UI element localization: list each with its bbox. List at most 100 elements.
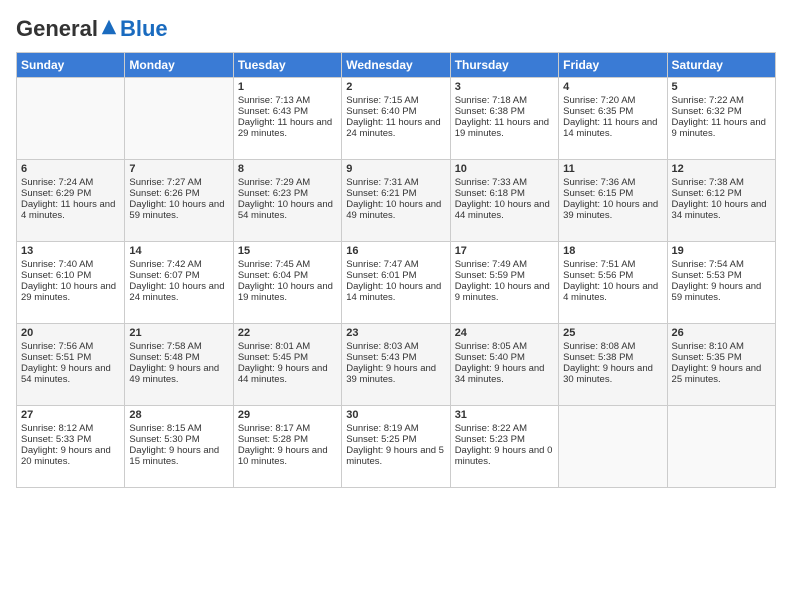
day-cell: 25Sunrise: 8:08 AMSunset: 5:38 PMDayligh… [559, 324, 667, 406]
day-cell: 13Sunrise: 7:40 AMSunset: 6:10 PMDayligh… [17, 242, 125, 324]
day-content: Sunrise: 7:33 AM [455, 177, 554, 188]
day-content: Daylight: 9 hours and 10 minutes. [238, 445, 337, 467]
week-row: 1Sunrise: 7:13 AMSunset: 6:43 PMDaylight… [17, 78, 776, 160]
week-row: 6Sunrise: 7:24 AMSunset: 6:29 PMDaylight… [17, 160, 776, 242]
day-content: Sunset: 6:43 PM [238, 106, 337, 117]
day-content: Sunset: 5:28 PM [238, 434, 337, 445]
week-row: 13Sunrise: 7:40 AMSunset: 6:10 PMDayligh… [17, 242, 776, 324]
day-number: 27 [21, 409, 120, 421]
day-number: 17 [455, 245, 554, 257]
day-content: Daylight: 9 hours and 25 minutes. [672, 363, 771, 385]
logo-icon [100, 18, 118, 36]
day-content: Sunset: 6:32 PM [672, 106, 771, 117]
day-content: Sunrise: 7:31 AM [346, 177, 445, 188]
day-content: Sunset: 5:53 PM [672, 270, 771, 281]
day-content: Daylight: 11 hours and 24 minutes. [346, 117, 445, 139]
day-number: 30 [346, 409, 445, 421]
day-content: Daylight: 9 hours and 20 minutes. [21, 445, 120, 467]
day-content: Sunset: 6:12 PM [672, 188, 771, 199]
page: GeneralBlue SundayMondayTuesdayWednesday… [0, 0, 792, 612]
day-content: Daylight: 10 hours and 24 minutes. [129, 281, 228, 303]
day-content: Sunset: 6:38 PM [455, 106, 554, 117]
day-content: Sunrise: 8:17 AM [238, 423, 337, 434]
day-content: Daylight: 9 hours and 0 minutes. [455, 445, 554, 467]
day-number: 21 [129, 327, 228, 339]
day-content: Daylight: 9 hours and 44 minutes. [238, 363, 337, 385]
day-cell: 16Sunrise: 7:47 AMSunset: 6:01 PMDayligh… [342, 242, 450, 324]
day-content: Sunset: 5:30 PM [129, 434, 228, 445]
day-content: Daylight: 10 hours and 29 minutes. [21, 281, 120, 303]
day-number: 7 [129, 163, 228, 175]
day-content: Daylight: 10 hours and 39 minutes. [563, 199, 662, 221]
day-cell: 18Sunrise: 7:51 AMSunset: 5:56 PMDayligh… [559, 242, 667, 324]
day-cell: 12Sunrise: 7:38 AMSunset: 6:12 PMDayligh… [667, 160, 775, 242]
day-cell: 3Sunrise: 7:18 AMSunset: 6:38 PMDaylight… [450, 78, 558, 160]
day-cell [17, 78, 125, 160]
day-content: Sunrise: 8:22 AM [455, 423, 554, 434]
day-content: Sunset: 6:18 PM [455, 188, 554, 199]
day-number: 9 [346, 163, 445, 175]
day-content: Sunrise: 7:18 AM [455, 95, 554, 106]
day-number: 12 [672, 163, 771, 175]
day-cell: 22Sunrise: 8:01 AMSunset: 5:45 PMDayligh… [233, 324, 341, 406]
day-cell: 7Sunrise: 7:27 AMSunset: 6:26 PMDaylight… [125, 160, 233, 242]
day-content: Sunrise: 8:15 AM [129, 423, 228, 434]
header-cell-saturday: Saturday [667, 53, 775, 78]
header-cell-thursday: Thursday [450, 53, 558, 78]
day-cell: 1Sunrise: 7:13 AMSunset: 6:43 PMDaylight… [233, 78, 341, 160]
day-content: Daylight: 9 hours and 39 minutes. [346, 363, 445, 385]
day-cell: 27Sunrise: 8:12 AMSunset: 5:33 PMDayligh… [17, 406, 125, 488]
day-content: Sunrise: 7:24 AM [21, 177, 120, 188]
day-cell: 23Sunrise: 8:03 AMSunset: 5:43 PMDayligh… [342, 324, 450, 406]
day-content: Sunset: 5:48 PM [129, 352, 228, 363]
calendar-header: SundayMondayTuesdayWednesdayThursdayFrid… [17, 53, 776, 78]
day-content: Daylight: 10 hours and 4 minutes. [563, 281, 662, 303]
day-content: Sunrise: 8:05 AM [455, 341, 554, 352]
day-content: Daylight: 9 hours and 5 minutes. [346, 445, 445, 467]
day-number: 15 [238, 245, 337, 257]
day-content: Daylight: 9 hours and 15 minutes. [129, 445, 228, 467]
header: GeneralBlue [16, 16, 776, 42]
day-number: 19 [672, 245, 771, 257]
day-cell [559, 406, 667, 488]
day-number: 5 [672, 81, 771, 93]
logo-blue: Blue [120, 16, 168, 41]
day-number: 11 [563, 163, 662, 175]
day-content: Sunrise: 7:54 AM [672, 259, 771, 270]
calendar-table: SundayMondayTuesdayWednesdayThursdayFrid… [16, 52, 776, 488]
day-content: Sunrise: 8:01 AM [238, 341, 337, 352]
header-cell-tuesday: Tuesday [233, 53, 341, 78]
day-content: Sunrise: 8:12 AM [21, 423, 120, 434]
day-content: Sunrise: 7:58 AM [129, 341, 228, 352]
day-content: Sunrise: 8:03 AM [346, 341, 445, 352]
day-content: Sunset: 6:07 PM [129, 270, 228, 281]
day-cell [125, 78, 233, 160]
day-content: Sunset: 5:51 PM [21, 352, 120, 363]
day-content: Sunset: 6:15 PM [563, 188, 662, 199]
day-number: 31 [455, 409, 554, 421]
day-content: Daylight: 11 hours and 29 minutes. [238, 117, 337, 139]
day-content: Sunrise: 8:08 AM [563, 341, 662, 352]
day-content: Sunset: 6:10 PM [21, 270, 120, 281]
day-cell: 9Sunrise: 7:31 AMSunset: 6:21 PMDaylight… [342, 160, 450, 242]
day-number: 25 [563, 327, 662, 339]
day-cell: 11Sunrise: 7:36 AMSunset: 6:15 PMDayligh… [559, 160, 667, 242]
day-content: Daylight: 9 hours and 34 minutes. [455, 363, 554, 385]
day-content: Sunrise: 7:51 AM [563, 259, 662, 270]
day-content: Daylight: 11 hours and 19 minutes. [455, 117, 554, 139]
day-cell: 28Sunrise: 8:15 AMSunset: 5:30 PMDayligh… [125, 406, 233, 488]
day-content: Daylight: 10 hours and 14 minutes. [346, 281, 445, 303]
day-content: Sunset: 5:25 PM [346, 434, 445, 445]
day-content: Sunrise: 7:42 AM [129, 259, 228, 270]
day-content: Sunrise: 7:27 AM [129, 177, 228, 188]
day-content: Daylight: 10 hours and 54 minutes. [238, 199, 337, 221]
day-content: Sunrise: 8:10 AM [672, 341, 771, 352]
day-number: 29 [238, 409, 337, 421]
day-content: Sunrise: 7:29 AM [238, 177, 337, 188]
day-content: Daylight: 10 hours and 44 minutes. [455, 199, 554, 221]
day-content: Sunset: 6:01 PM [346, 270, 445, 281]
day-content: Daylight: 10 hours and 9 minutes. [455, 281, 554, 303]
day-content: Daylight: 10 hours and 19 minutes. [238, 281, 337, 303]
day-cell: 31Sunrise: 8:22 AMSunset: 5:23 PMDayligh… [450, 406, 558, 488]
day-content: Sunrise: 8:19 AM [346, 423, 445, 434]
